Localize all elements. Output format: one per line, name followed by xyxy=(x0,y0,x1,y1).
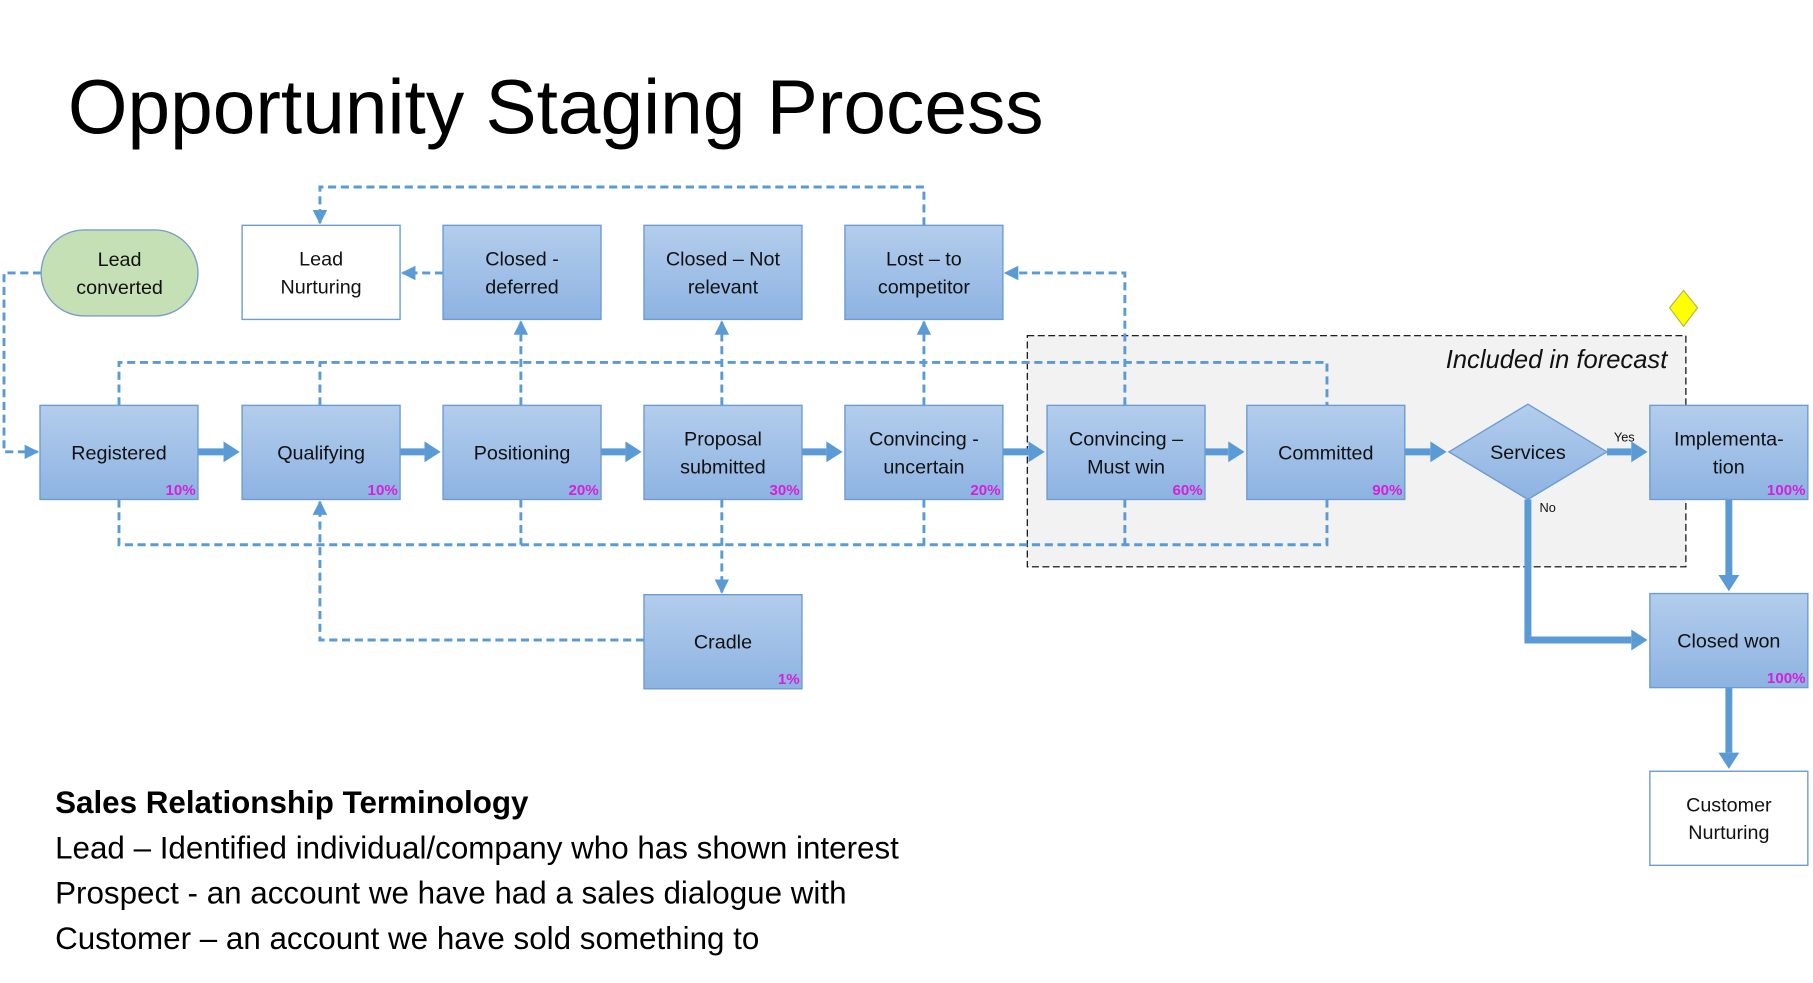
decision-no-label: No xyxy=(1540,500,1556,515)
node-label: Registered xyxy=(71,442,166,464)
node-label: Qualifying xyxy=(277,442,365,464)
connector-lead-to-registered xyxy=(2,271,42,460)
node-label: Committed xyxy=(1278,442,1373,464)
slide: Opportunity Staging Process Included in … xyxy=(0,0,1813,978)
connector-lost-to-lead-nurturing xyxy=(312,185,926,226)
probability-label: 30% xyxy=(769,482,800,499)
connector-cradle-to-qualifying xyxy=(312,500,644,642)
arrow-registered-qualifying xyxy=(197,441,240,463)
node-lead-converted[interactable]: Lead converted xyxy=(40,229,199,317)
node-implementation[interactable]: Implementa-tion 100% xyxy=(1649,404,1809,501)
node-closed-not-relevant[interactable]: Closed – Not relevant xyxy=(643,224,803,321)
node-lead-nurturing[interactable]: Lead Nurturing xyxy=(241,224,401,321)
node-label: Nurturing xyxy=(1688,822,1769,844)
forecast-label: Included in forecast xyxy=(1446,346,1668,374)
decision-yes-label: Yes xyxy=(1614,429,1635,444)
node-label: Lost – to xyxy=(886,248,962,270)
node-label: Closed – Not xyxy=(666,248,781,270)
opportunity-staging-diagram: Opportunity Staging Process Included in … xyxy=(2,66,1809,956)
probability-label: 1% xyxy=(778,671,800,688)
probability-label: 100% xyxy=(1767,670,1806,687)
node-shape xyxy=(643,224,803,321)
node-label: Lead xyxy=(299,248,343,270)
probability-label: 90% xyxy=(1372,482,1403,499)
node-label: tion xyxy=(1713,456,1745,478)
node-conv-uncertain[interactable]: Convincing - uncertain 20% xyxy=(844,404,1004,501)
node-qualifying[interactable]: Qualifying 10% xyxy=(241,404,401,501)
yellow-diamond-marker xyxy=(1668,289,1699,328)
page-title: Opportunity Staging Process xyxy=(68,66,1044,151)
node-shape xyxy=(1649,770,1809,867)
probability-label: 100% xyxy=(1767,482,1806,499)
node-committed[interactable]: Committed 90% xyxy=(1246,404,1406,501)
node-cradle[interactable]: Cradle 1% xyxy=(643,594,803,690)
node-label: Lead xyxy=(98,249,142,271)
node-label: Convincing – xyxy=(1069,428,1183,450)
node-label: competitor xyxy=(878,276,971,298)
node-label: Cradle xyxy=(694,632,752,654)
node-conv-mustwin[interactable]: Convincing – Must win 60% xyxy=(1046,404,1206,501)
terminology-line: Customer – an account we have sold somet… xyxy=(55,921,759,956)
node-lost-competitor[interactable]: Lost – to competitor xyxy=(844,224,1004,321)
node-label: uncertain xyxy=(883,456,964,478)
probability-label: 20% xyxy=(569,482,600,499)
arrow-qualifying-positioning xyxy=(400,441,441,463)
arrow-proposal-uncertain xyxy=(801,441,843,463)
arrow-closed-won-customer-nurturing xyxy=(1718,687,1740,769)
node-registered[interactable]: Registered 10% xyxy=(39,404,199,501)
node-shape xyxy=(40,229,199,317)
arrow-positioning-proposal xyxy=(601,441,642,463)
node-label: Closed - xyxy=(485,248,558,270)
node-label: Convincing - xyxy=(869,428,979,450)
probability-label: 20% xyxy=(970,482,1001,499)
node-positioning[interactable]: Positioning 20% xyxy=(442,404,602,501)
node-label: Customer xyxy=(1686,794,1772,816)
node-label: Services xyxy=(1490,442,1566,464)
node-label: relevant xyxy=(688,276,759,298)
terminology-line: Lead – Identified individual/company who… xyxy=(55,830,899,865)
arrow-implementation-closed-won xyxy=(1718,499,1740,592)
node-closed-deferred[interactable]: Closed - deferred xyxy=(442,224,602,321)
node-label: deferred xyxy=(485,276,559,298)
node-shape xyxy=(844,224,1004,321)
node-label: converted xyxy=(76,277,163,299)
node-label: Positioning xyxy=(474,442,571,464)
node-label: Must win xyxy=(1087,456,1165,478)
probability-label: 10% xyxy=(165,482,196,499)
node-label: Closed won xyxy=(1677,631,1780,653)
node-shape xyxy=(442,224,602,321)
terminology-heading: Sales Relationship Terminology xyxy=(55,785,529,820)
node-proposal[interactable]: Proposal submitted30% xyxy=(643,404,803,501)
probability-label: 10% xyxy=(368,482,399,499)
node-shape xyxy=(241,224,401,321)
node-customer-nurturing[interactable]: Customer Nurturing xyxy=(1649,770,1809,867)
node-closed-won[interactable]: Closed won 100% xyxy=(1649,592,1809,689)
terminology-section: Sales Relationship Terminology Lead – Id… xyxy=(55,785,899,956)
node-label: submitted xyxy=(680,456,766,478)
probability-label: 60% xyxy=(1173,482,1204,499)
terminology-line: Prospect - an account we have had a sale… xyxy=(55,876,846,911)
node-label: Nurturing xyxy=(281,276,362,298)
node-label: Proposal xyxy=(684,428,762,450)
node-label: Implementa- xyxy=(1674,428,1784,450)
